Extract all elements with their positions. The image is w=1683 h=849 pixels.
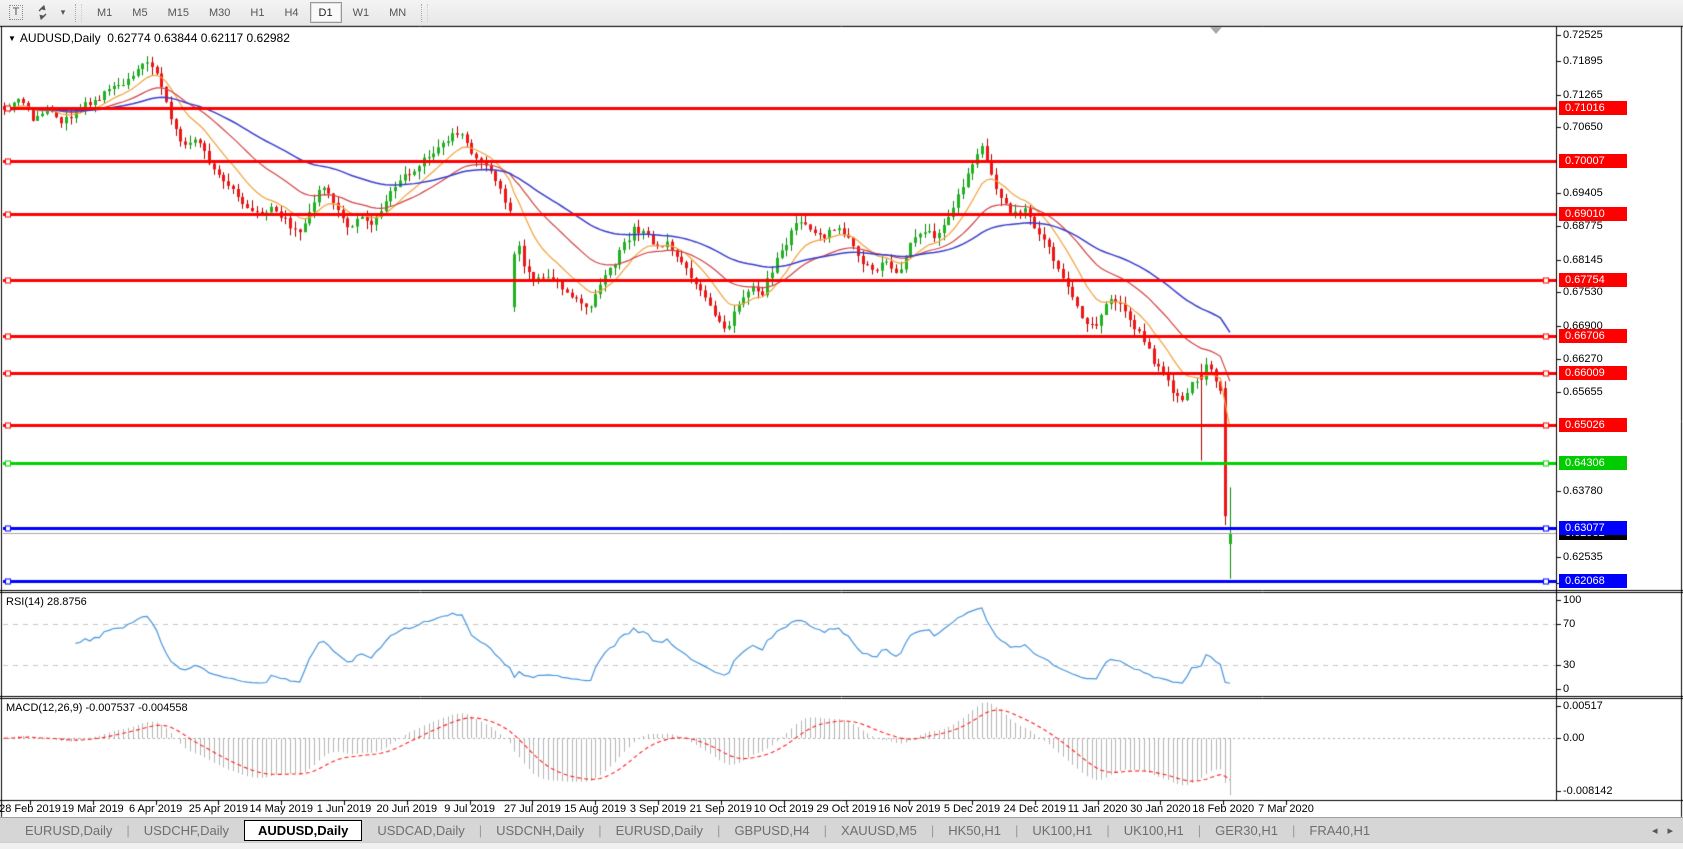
axis-tick-label: 0.68775: [1563, 219, 1603, 233]
date-label: 3 Sep 2019: [630, 803, 686, 815]
text-tool-button[interactable]: T: [4, 2, 28, 24]
hline-price-label: 0.66706: [1559, 329, 1627, 343]
axis-tick-label: 0: [1563, 682, 1569, 696]
axis-tick-label: 0.62535: [1563, 550, 1603, 564]
date-label: 19 Mar 2019: [62, 803, 124, 815]
date-label: 24 Dec 2019: [1004, 803, 1066, 815]
chart-tab-eurusd-daily[interactable]: EURUSD,Daily: [12, 820, 125, 841]
chart-tab-uk100-h1[interactable]: UK100,H1: [1111, 820, 1197, 841]
hline-price-label: 0.69010: [1559, 207, 1627, 221]
date-label: 30 Jan 2020: [1130, 803, 1191, 815]
diagonal-arrows-icon: [35, 5, 50, 20]
chart-tab-eurusd-daily[interactable]: EURUSD,Daily: [603, 820, 716, 841]
chart-tab-usdcad-daily[interactable]: USDCAD,Daily: [364, 820, 477, 841]
chart-tab-fra40-h1[interactable]: FRA40,H1: [1296, 820, 1383, 841]
axis-tick-label: 100: [1563, 593, 1581, 607]
hline-price-label: 0.64306: [1559, 456, 1627, 470]
toolbar-separator: [75, 4, 82, 22]
axis-tick-label: 0.71265: [1563, 88, 1603, 102]
chart-tab-hk50-h1[interactable]: HK50,H1: [935, 820, 1014, 841]
tab-scroll-left-icon[interactable]: ◂: [1652, 824, 1658, 837]
axis-tick-label: -0.008142: [1563, 784, 1613, 798]
axis-tick-label: 0.71895: [1563, 54, 1603, 68]
date-label: 25 Apr 2019: [189, 803, 248, 815]
timeframe-button-group: M1M5M15M30H1H4D1W1MN: [87, 2, 416, 23]
timeframe-button-h4[interactable]: H4: [275, 2, 307, 23]
chart-tab-usdcnh-daily[interactable]: USDCNH,Daily: [483, 820, 597, 841]
rsi-indicator-label: RSI(14) 28.8756: [6, 596, 87, 608]
axis-tick-label: 0.00517: [1563, 699, 1603, 713]
toolbar: T ▾ M1M5M15M30H1H4D1W1MN: [0, 0, 1683, 26]
date-label: 6 Apr 2019: [129, 803, 182, 815]
chart-tab-usdchf-daily[interactable]: USDCHF,Daily: [131, 820, 242, 841]
axis-tick-label: 0.65655: [1563, 385, 1603, 399]
tab-scroll-arrows: ◂ ▸: [1652, 818, 1673, 843]
date-label: 5 Dec 2019: [944, 803, 1000, 815]
tab-scroll-right-icon[interactable]: ▸: [1667, 824, 1673, 837]
timeframe-button-mn[interactable]: MN: [380, 2, 415, 23]
date-label: 28 Feb 2019: [0, 803, 61, 815]
chart-title: ▼ AUDUSD,Daily 0.62774 0.63844 0.62117 0.…: [8, 31, 290, 45]
hline-price-label: 0.70007: [1559, 154, 1627, 168]
chart-tab-ger30-h1[interactable]: GER30,H1: [1202, 820, 1291, 841]
chart-shift-marker-icon[interactable]: [1210, 27, 1222, 34]
axis-tick-label: 0.69405: [1563, 186, 1603, 200]
chart-tab-uk100-h1[interactable]: UK100,H1: [1019, 820, 1105, 841]
timeframe-button-d1[interactable]: D1: [310, 2, 342, 23]
date-label: 1 Jun 2019: [317, 803, 371, 815]
date-label: 16 Nov 2019: [878, 803, 940, 815]
date-label: 21 Sep 2019: [690, 803, 752, 815]
date-label: 10 Oct 2019: [754, 803, 814, 815]
chart-tab-audusd-daily[interactable]: AUDUSD,Daily: [244, 820, 362, 841]
price-chart-canvas[interactable]: [0, 0, 1683, 849]
chart-symbol-period: AUDUSD,Daily: [20, 31, 101, 45]
axis-tick-label: 70: [1563, 617, 1575, 631]
chevron-down-icon: ▾: [61, 7, 66, 18]
axis-tick-label: 0.72525: [1563, 28, 1603, 42]
macd-indicator-label: MACD(12,26,9) -0.007537 -0.004558: [6, 702, 188, 714]
hline-price-label: 0.67754: [1559, 273, 1627, 287]
hline-price-label: 0.62068: [1559, 574, 1627, 588]
hline-price-label: 0.66009: [1559, 366, 1627, 380]
chart-tab-gbpusd-h4[interactable]: GBPUSD,H4: [721, 820, 822, 841]
hline-price-label: 0.63077: [1559, 521, 1627, 535]
timeframe-button-w1[interactable]: W1: [344, 2, 379, 23]
date-label: 20 Jun 2019: [377, 803, 438, 815]
chart-tabs: EURUSD,Daily|USDCHF,DailyAUDUSD,DailyUSD…: [12, 820, 1383, 841]
axis-tick-label: 0.63780: [1563, 484, 1603, 498]
date-label: 15 Aug 2019: [564, 803, 626, 815]
date-label: 7 Mar 2020: [1258, 803, 1314, 815]
text-tool-icon: T: [9, 5, 24, 20]
toolbar-separator: [421, 4, 428, 22]
timeframe-button-m1[interactable]: M1: [88, 2, 121, 23]
timeframe-button-h1[interactable]: H1: [241, 2, 273, 23]
date-label: 18 Feb 2020: [1192, 803, 1254, 815]
title-dropdown-icon[interactable]: ▼: [8, 34, 16, 43]
chart-tab-bar: EURUSD,Daily|USDCHF,DailyAUDUSD,DailyUSD…: [0, 817, 1683, 842]
toolbar-dropdown-button[interactable]: ▾: [56, 2, 70, 24]
date-label: 9 Jul 2019: [444, 803, 495, 815]
date-label: 29 Oct 2019: [816, 803, 876, 815]
axis-tick-label: 30: [1563, 658, 1575, 672]
axis-tick-label: 0.00: [1563, 731, 1584, 745]
date-label: 14 May 2019: [249, 803, 313, 815]
chart-ohlc-values: 0.62774 0.63844 0.62117 0.62982: [107, 31, 290, 45]
status-bar: [0, 842, 1683, 849]
chart-tab-xauusd-m5[interactable]: XAUUSD,M5: [828, 820, 930, 841]
axis-tick-label: 0.70650: [1563, 120, 1603, 134]
axis-tick-label: 0.66270: [1563, 352, 1603, 366]
mt4-window: T ▾ M1M5M15M30H1H4D1W1MN ▼ AUDUSD,Daily 0…: [0, 0, 1683, 849]
hline-price-label: 0.71016: [1559, 101, 1627, 115]
timeframe-button-m5[interactable]: M5: [123, 2, 156, 23]
date-label: 27 Jul 2019: [504, 803, 561, 815]
timeframe-button-m30[interactable]: M30: [200, 2, 239, 23]
hline-price-label: 0.65026: [1559, 418, 1627, 432]
timeframe-button-m15[interactable]: M15: [159, 2, 198, 23]
diagonal-arrows-button[interactable]: [30, 2, 54, 24]
date-label: 11 Jan 2020: [1068, 803, 1128, 815]
axis-tick-label: 0.68145: [1563, 253, 1603, 267]
